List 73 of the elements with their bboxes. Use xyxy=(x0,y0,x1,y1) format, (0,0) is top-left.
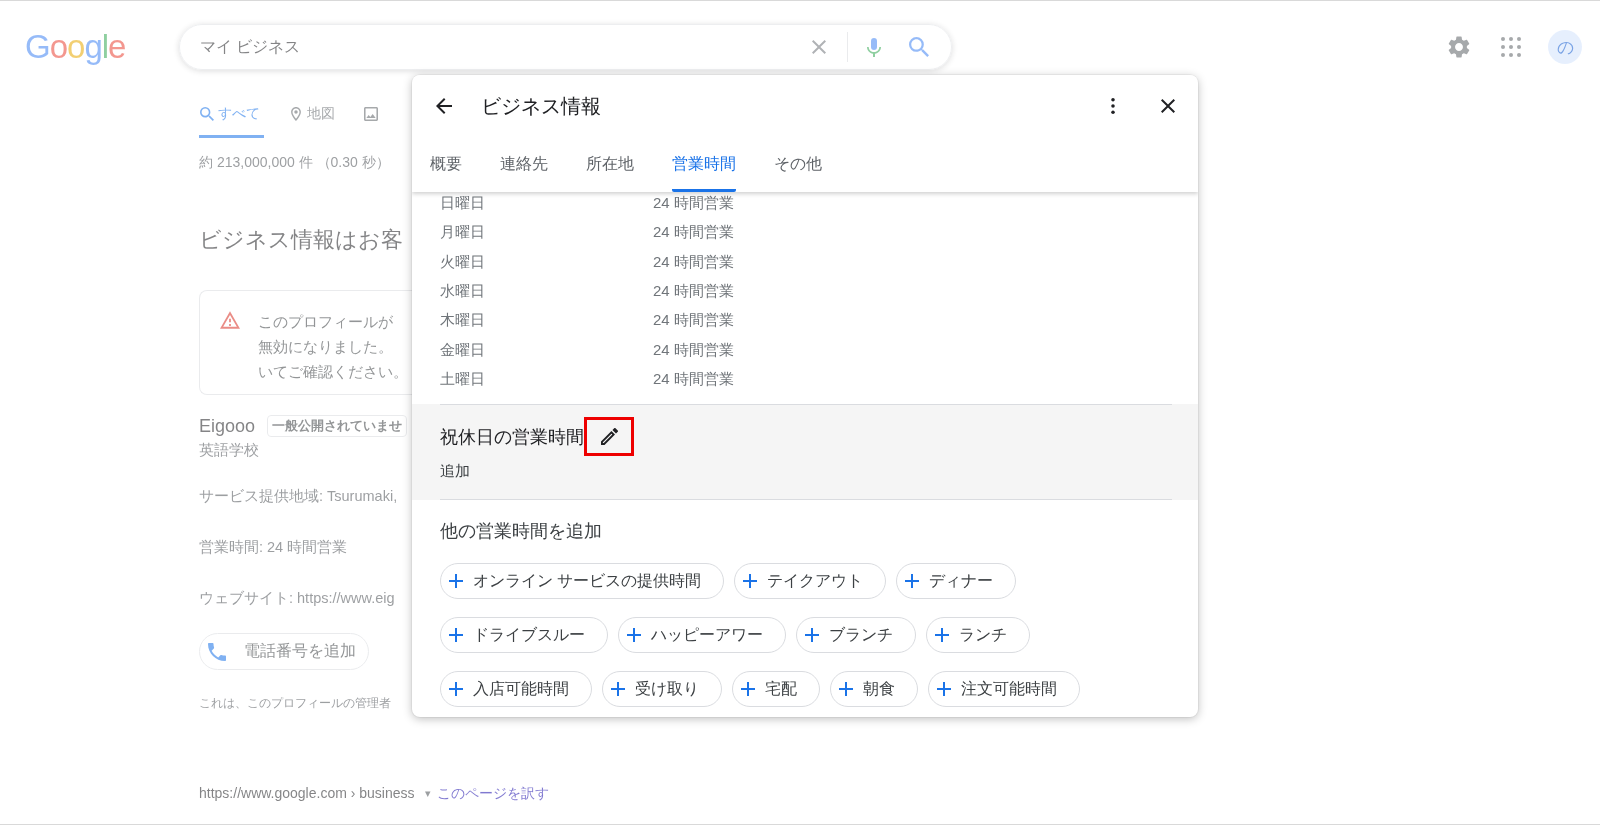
notice-text: このプロフィールが 無効になりました。 いてご確認ください。 xyxy=(258,313,408,382)
dialog-title: ビジネス情報 xyxy=(481,93,601,119)
pencil-icon[interactable] xyxy=(600,428,618,446)
plus-icon xyxy=(449,574,463,589)
hours-value: 24 時間営業 xyxy=(653,194,734,214)
add-hours-chip[interactable]: ハッピーアワー xyxy=(618,617,786,654)
back-arrow-icon[interactable] xyxy=(436,98,452,114)
day-label: 火曜日 xyxy=(440,252,486,272)
plus-icon xyxy=(935,628,949,643)
search-icon[interactable] xyxy=(909,37,929,57)
add-hours-chip[interactable]: ランチ xyxy=(926,617,1030,654)
add-hours-chip[interactable]: 朝食 xyxy=(830,671,918,708)
footnote-text: これは、このプロフィールの管理者 xyxy=(199,695,391,712)
result-url: https://www.google.com › business xyxy=(199,784,415,803)
plus-icon xyxy=(937,682,951,697)
day-label: 土曜日 xyxy=(440,369,486,389)
hours-value: 24 時間営業 xyxy=(653,340,734,360)
dialog-tab[interactable]: その他 xyxy=(774,137,822,192)
add-hours-chip[interactable]: ブランチ xyxy=(796,617,916,654)
dialog-tab[interactable]: 概要 xyxy=(430,137,462,192)
holiday-hours-title: 祝休日の営業時間 xyxy=(440,425,584,449)
dialog-tab[interactable]: 所在地 xyxy=(586,137,634,192)
day-label: 日曜日 xyxy=(440,194,486,214)
translate-link[interactable]: このページを訳す xyxy=(436,783,549,803)
map-pin-icon xyxy=(289,107,303,121)
add-hours-chip[interactable]: テイクアウト xyxy=(734,563,887,600)
plus-icon xyxy=(627,628,641,643)
plus-icon xyxy=(449,682,463,697)
clear-icon[interactable] xyxy=(812,40,826,54)
add-hours-chip[interactable]: オンライン サービスの提供時間 xyxy=(440,563,725,600)
business-name: Eigooo xyxy=(199,415,256,437)
business-category: 英語学校 xyxy=(199,440,259,460)
plus-icon xyxy=(743,574,758,589)
settings-icon[interactable] xyxy=(1448,36,1470,58)
add-hours-chip[interactable]: 注文可能時間 xyxy=(928,671,1080,708)
add-hours-chip[interactable]: ディナー xyxy=(896,563,1017,600)
apps-grid-icon[interactable] xyxy=(1501,37,1521,57)
more-options-icon[interactable] xyxy=(1111,98,1115,114)
close-icon[interactable] xyxy=(1161,99,1175,113)
add-hours-chip[interactable]: 入店可能時間 xyxy=(440,671,592,708)
add-link[interactable]: 追加 xyxy=(440,460,470,483)
day-label: 月曜日 xyxy=(440,223,486,243)
day-label: 水曜日 xyxy=(440,282,486,302)
add-hours-chip[interactable]: 受け取り xyxy=(602,671,722,708)
detail-text: ウェブサイト: https://www.eig xyxy=(199,589,395,608)
warning-icon xyxy=(220,311,240,329)
mic-icon[interactable] xyxy=(867,37,881,57)
add-hours-chip[interactable]: 宅配 xyxy=(732,671,820,708)
page-heading: ビジネス情報はお客 xyxy=(199,226,403,254)
section-title: 他の営業時間を追加 xyxy=(440,520,602,544)
plus-icon xyxy=(449,628,463,643)
plus-icon xyxy=(741,682,755,697)
phone-icon xyxy=(208,642,226,661)
detail-text: 営業時間: 24 時間営業 xyxy=(199,538,348,557)
hours-value: 24 時間営業 xyxy=(653,311,734,331)
hours-value: 24 時間営業 xyxy=(653,282,734,302)
dialog-tab[interactable]: 営業時間 xyxy=(672,137,736,192)
hours-value: 24 時間営業 xyxy=(653,223,734,243)
plus-icon xyxy=(905,574,920,589)
day-label: 木曜日 xyxy=(440,311,486,331)
result-stats: 約 213,000,000 件 （0.30 秒） xyxy=(199,153,390,172)
plus-icon xyxy=(611,682,625,697)
detail-text: サービス提供地域: Tsurumaki, xyxy=(199,487,398,506)
search-icon xyxy=(200,107,214,121)
dialog-tab[interactable]: 連絡先 xyxy=(500,137,548,192)
plus-icon xyxy=(839,682,853,697)
status-badge: 一般公開されていませ xyxy=(267,415,408,437)
image-icon xyxy=(364,107,378,121)
hours-value: 24 時間営業 xyxy=(653,252,734,272)
hours-value: 24 時間営業 xyxy=(653,369,734,389)
add-hours-chip[interactable]: ドライブスルー xyxy=(440,617,608,654)
plus-icon xyxy=(805,628,819,643)
day-label: 金曜日 xyxy=(440,340,486,360)
